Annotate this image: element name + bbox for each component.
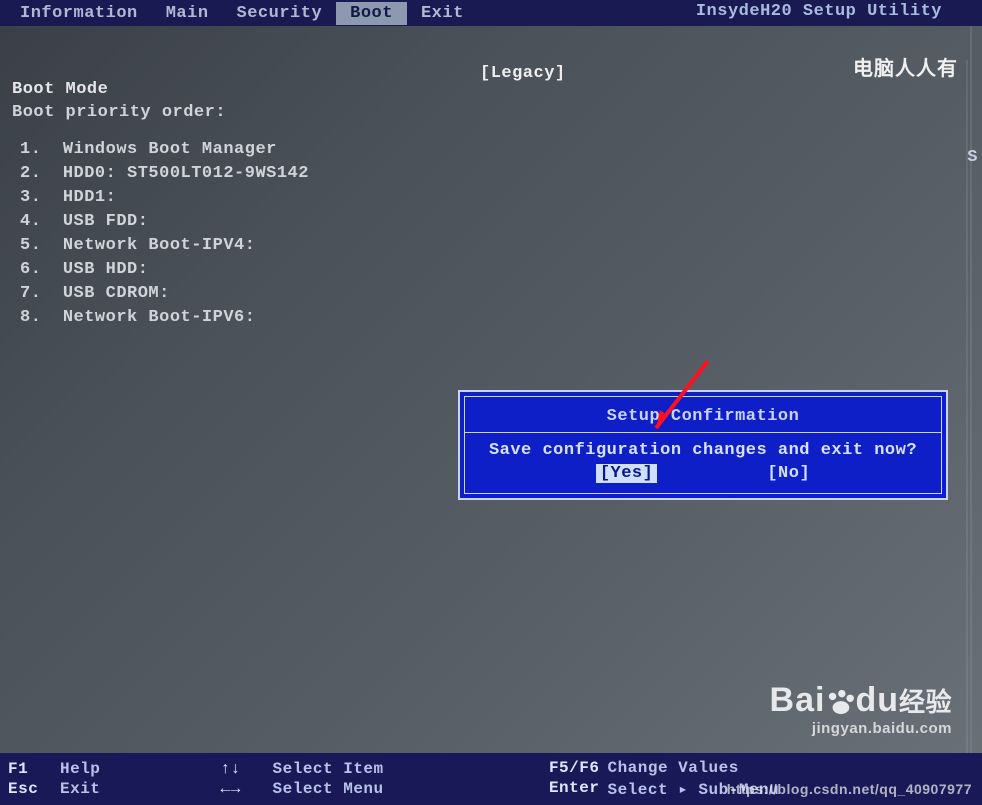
right-panel-hint: S — [967, 148, 978, 167]
watermark-baidu-du: du — [855, 681, 899, 719]
confirmation-dialog: Setup Confirmation Save configuration ch… — [458, 390, 948, 500]
boot-item-label: Windows Boot Manager — [63, 140, 277, 159]
select-menu-label: Select Menu — [273, 780, 384, 798]
dialog-buttons: [Yes] [No] — [473, 464, 933, 483]
app-title: InsydeH20 Setup Utility — [696, 2, 942, 21]
boot-item-num: 4. — [20, 212, 41, 231]
boot-item[interactable]: 3. HDD1: — [20, 186, 972, 210]
boot-item-num: 3. — [20, 188, 41, 207]
watermark-baidu-url: jingyan.baidu.com — [770, 720, 952, 737]
tab-security[interactable]: Security — [223, 2, 337, 25]
help-label: Help — [60, 760, 100, 778]
boot-item[interactable]: 7. USB CDROM: — [20, 282, 972, 306]
key-enter: Enter — [549, 779, 600, 799]
tab-boot[interactable]: Boot — [336, 2, 407, 25]
key-esc: Esc — [8, 780, 52, 798]
boot-priority-list: 1. Windows Boot Manager 2. HDD0: ST500LT… — [20, 138, 972, 330]
key-updown: ↑↓ — [221, 760, 265, 778]
boot-item-num: 7. — [20, 284, 41, 303]
boot-item[interactable]: 8. Network Boot-IPV6: — [20, 306, 972, 330]
boot-item-label: Network Boot-IPV6: — [63, 308, 256, 327]
yes-button[interactable]: [Yes] — [596, 464, 658, 483]
boot-item-label: HDD1: — [63, 188, 117, 207]
boot-item-label: USB HDD: — [63, 260, 149, 279]
boot-item[interactable]: 6. USB HDD: — [20, 258, 972, 282]
boot-item-num: 5. — [20, 236, 41, 255]
menu-bar: Information Main Security Boot Exit Insy… — [0, 0, 982, 26]
boot-item[interactable]: 1. Windows Boot Manager — [20, 138, 972, 162]
key-f1: F1 — [8, 760, 52, 778]
dialog-divider — [465, 432, 941, 433]
boot-priority-heading: Boot priority order: — [12, 103, 972, 122]
boot-item-num: 2. — [20, 164, 41, 183]
watermark-cn: 电脑人人有 — [853, 52, 958, 81]
boot-item-num: 1. — [20, 140, 41, 159]
key-f5f6: F5/F6 — [549, 759, 600, 777]
boot-item-label: Network Boot-IPV4: — [63, 236, 256, 255]
dialog-message: Save configuration changes and exit now? — [473, 441, 933, 460]
boot-item-num: 8. — [20, 308, 41, 327]
paw-icon — [825, 689, 855, 715]
watermark-baidu: Baidu经验 jingyan.baidu.com — [770, 681, 952, 737]
boot-item-num: 6. — [20, 260, 41, 279]
help-bar: F1 Help Esc Exit ↑↓ Select Item ←→ Select Me… — [0, 753, 982, 805]
tab-strip: Information Main Security Boot Exit — [6, 2, 478, 25]
boot-item-label: HDD0: ST500LT012-9WS142 — [63, 164, 309, 183]
boot-item[interactable]: 4. USB FDD: — [20, 210, 972, 234]
tab-main[interactable]: Main — [152, 2, 223, 25]
boot-item-label: USB FDD: — [63, 212, 149, 231]
change-values-label: Change Values — [607, 759, 738, 777]
boot-item-label: USB CDROM: — [63, 284, 170, 303]
boot-mode-value[interactable]: [Legacy] — [480, 64, 566, 83]
boot-item[interactable]: 5. Network Boot-IPV4: — [20, 234, 972, 258]
dialog-title: Setup Confirmation — [473, 403, 933, 430]
boot-item[interactable]: 2. HDD0: ST500LT012-9WS142 — [20, 162, 972, 186]
tab-exit[interactable]: Exit — [407, 2, 478, 25]
watermark-baidu-jingyan: 经验 — [899, 687, 952, 717]
exit-label: Exit — [60, 780, 100, 798]
no-button[interactable]: [No] — [767, 464, 810, 483]
dialog-frame: Setup Confirmation Save configuration ch… — [464, 396, 942, 494]
watermark-baidu-bai: Bai — [770, 681, 826, 719]
select-item-label: Select Item — [273, 760, 384, 778]
watermark-csdn: https://blog.csdn.net/qq_40907977 — [727, 781, 972, 797]
tab-information[interactable]: Information — [6, 2, 152, 25]
key-leftright: ←→ — [221, 780, 265, 798]
